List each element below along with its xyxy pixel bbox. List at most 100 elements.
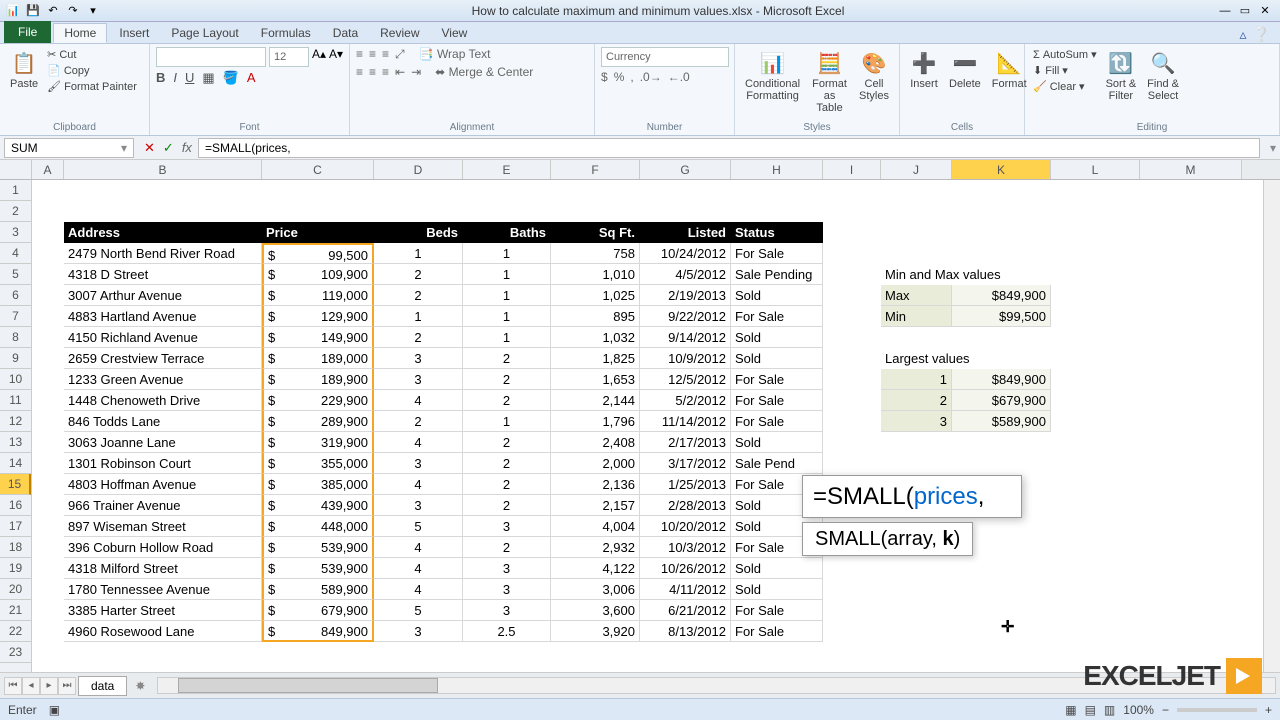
row-header-12[interactable]: 12 [0,411,31,432]
font-color-button[interactable]: A [247,70,256,86]
fill-button[interactable]: ⬇Fill ▾ [1031,63,1099,78]
sort-filter-button[interactable]: 🔃Sort & Filter [1102,47,1141,104]
in-cell-editor[interactable]: =SMALL(prices, [802,475,1022,518]
cell[interactable]: 2/17/2013 [640,432,731,453]
cell[interactable]: 12/5/2012 [640,369,731,390]
cell[interactable]: 4,122 [551,558,640,579]
align-top-icon[interactable]: ≡ [356,47,363,62]
cell[interactable]: 3 [463,516,551,537]
cell[interactable]: 3 [374,453,463,474]
cell[interactable]: Min [881,306,952,327]
sheet-tab-data[interactable]: data [78,676,127,696]
cell[interactable]: 4/11/2012 [640,579,731,600]
fx-icon[interactable]: fx [182,140,192,156]
row-header-13[interactable]: 13 [0,432,31,453]
cell[interactable]: 2 [463,453,551,474]
cell[interactable]: Listed [640,222,731,243]
delete-cells-button[interactable]: ➖Delete [945,47,985,92]
cell[interactable]: $149,900 [262,327,374,348]
cell[interactable]: 10/24/2012 [640,243,731,264]
restore-icon[interactable]: ▭ [1236,2,1254,20]
font-name-combo[interactable] [156,47,266,67]
cell[interactable]: 4 [374,558,463,579]
view-break-icon[interactable]: ▥ [1104,703,1115,717]
cell[interactable]: 2,136 [551,474,640,495]
qat-more-icon[interactable]: ▾ [84,2,102,20]
cell[interactable]: 2479 North Bend River Road [64,243,262,264]
cancel-formula-icon[interactable]: ✕ [144,140,155,156]
row-header-3[interactable]: 3 [0,222,31,243]
cell[interactable]: 396 Coburn Hollow Road [64,537,262,558]
increase-indent-icon[interactable]: ⇥ [411,65,421,79]
macro-record-icon[interactable]: ▣ [49,703,60,717]
cell[interactable]: 4 [374,579,463,600]
cell[interactable]: 6/21/2012 [640,600,731,621]
cell[interactable]: 2 [374,264,463,285]
row-header-14[interactable]: 14 [0,453,31,474]
sheet-nav-prev-icon[interactable]: ◂ [22,677,40,695]
cell[interactable]: 11/14/2012 [640,411,731,432]
col-header-M[interactable]: M [1140,160,1242,179]
cell[interactable]: 4150 Richland Avenue [64,327,262,348]
col-header-B[interactable]: B [64,160,262,179]
row-header-19[interactable]: 19 [0,558,31,579]
row-header-6[interactable]: 6 [0,285,31,306]
zoom-slider[interactable] [1177,708,1257,712]
cell[interactable]: 9/14/2012 [640,327,731,348]
format-as-table-button[interactable]: 🧮Format as Table [807,47,852,116]
sheet-nav-next-icon[interactable]: ▸ [40,677,58,695]
col-header-J[interactable]: J [881,160,952,179]
row-header-21[interactable]: 21 [0,600,31,621]
cell[interactable]: 2 [463,348,551,369]
cell[interactable]: $849,900 [262,621,374,642]
ribbon-minimize-icon[interactable]: ▵ [1240,26,1247,43]
col-header-E[interactable]: E [463,160,551,179]
cell[interactable]: Price [262,222,374,243]
tab-data[interactable]: Data [323,23,368,43]
cell[interactable]: $385,000 [262,474,374,495]
cell[interactable]: 2 [463,495,551,516]
cell[interactable]: $129,900 [262,306,374,327]
cell-styles-button[interactable]: 🎨Cell Styles [855,47,893,104]
cell[interactable]: For Sale [731,243,823,264]
cell[interactable]: 3 [881,411,952,432]
cell[interactable]: 1,025 [551,285,640,306]
cell[interactable]: 1,825 [551,348,640,369]
copy-button[interactable]: 📄Copy [45,63,139,78]
cell[interactable]: $849,900 [952,369,1051,390]
name-box[interactable]: SUM▾ [4,138,134,158]
autosum-button[interactable]: ΣAutoSum ▾ [1031,47,1099,62]
cell[interactable]: 2 [374,327,463,348]
cell[interactable]: $679,900 [952,390,1051,411]
cell[interactable]: 3 [374,369,463,390]
cell[interactable]: $448,000 [262,516,374,537]
dec-decimal-icon[interactable]: ←.0 [668,70,690,84]
cell[interactable]: 1/25/2013 [640,474,731,495]
cell[interactable]: 2/28/2013 [640,495,731,516]
new-sheet-icon[interactable]: ✸ [129,679,151,693]
cell[interactable]: $355,000 [262,453,374,474]
cell[interactable]: 966 Trainer Avenue [64,495,262,516]
cell[interactable]: 4 [374,537,463,558]
zoom-out-icon[interactable]: − [1162,703,1169,717]
vertical-scrollbar[interactable] [1263,180,1280,672]
cell[interactable]: 3,600 [551,600,640,621]
cell[interactable]: For Sale [731,369,823,390]
cell[interactable]: Beds [374,222,463,243]
col-header-D[interactable]: D [374,160,463,179]
cell[interactable]: 1233 Green Avenue [64,369,262,390]
cell[interactable]: 2/19/2013 [640,285,731,306]
align-left-icon[interactable]: ≡ [356,65,363,79]
cell[interactable]: 1780 Tennessee Avenue [64,579,262,600]
cell[interactable]: Largest values [881,348,1051,369]
grow-font-icon[interactable]: A▴ [312,47,326,67]
cell[interactable]: 2 [463,474,551,495]
sheet-nav-first-icon[interactable]: ⏮ [4,677,22,695]
conditional-formatting-button[interactable]: 📊Conditional Formatting [741,47,804,104]
view-normal-icon[interactable]: ▦ [1065,703,1076,717]
cell[interactable]: 3385 Harter Street [64,600,262,621]
cell[interactable]: 1 [463,264,551,285]
cell[interactable]: 1 [881,369,952,390]
cell[interactable]: 1 [374,243,463,264]
cell[interactable]: $539,900 [262,537,374,558]
